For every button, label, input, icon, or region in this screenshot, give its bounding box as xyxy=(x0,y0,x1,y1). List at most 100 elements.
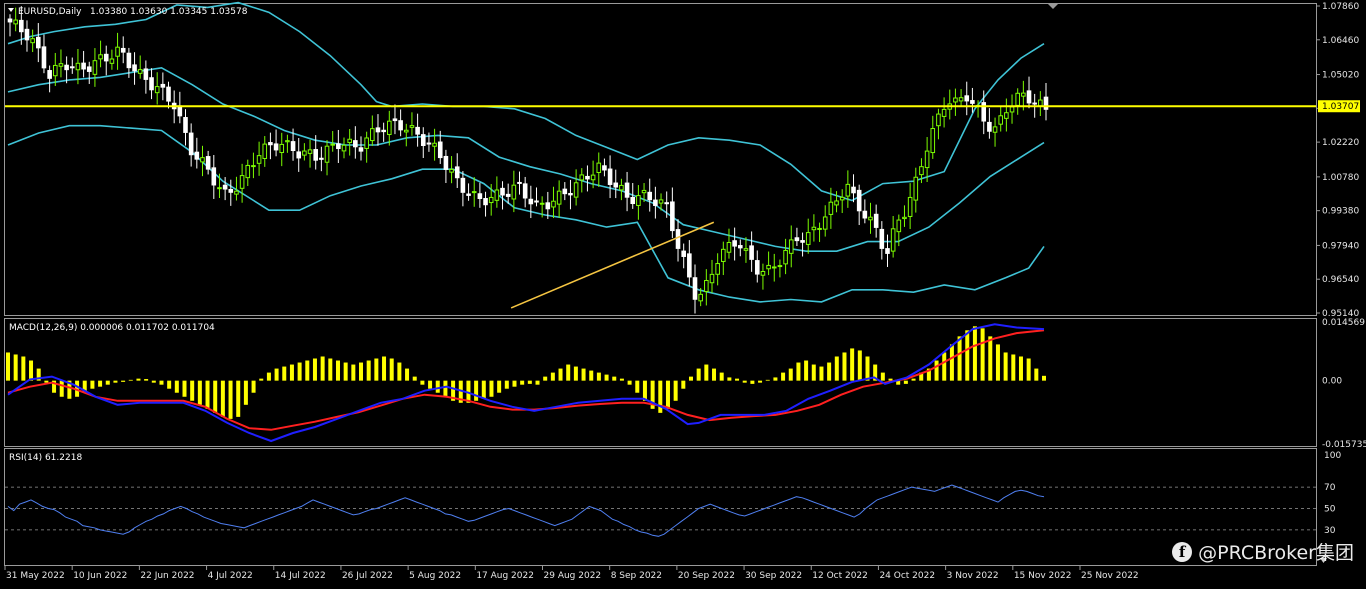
candle-body xyxy=(636,195,641,206)
candle-body xyxy=(149,77,154,91)
candle-body xyxy=(681,250,686,257)
macd-label: MACD(12,26,9) 0.000006 0.011702 0.011704 xyxy=(9,323,215,333)
candle-body xyxy=(392,118,398,122)
macd-bar xyxy=(735,378,740,381)
candle-body xyxy=(7,18,13,23)
candle-body xyxy=(856,189,862,212)
macd-bar xyxy=(811,364,816,381)
date-tick-label: 14 Jul 2022 xyxy=(275,571,326,581)
macd-bar xyxy=(1034,368,1039,381)
macd-bar xyxy=(627,380,632,385)
candle-body xyxy=(24,28,30,41)
macd-bar xyxy=(819,366,824,381)
candle-body xyxy=(624,182,630,198)
macd-bar xyxy=(742,380,747,383)
macd-bar xyxy=(942,352,947,381)
candle-body xyxy=(551,200,556,208)
candle-body xyxy=(403,129,409,133)
candle-body xyxy=(936,113,941,127)
ohlc-label: 1.03380 1.03630 1.03345 1.03578 xyxy=(90,7,248,17)
macd-bar xyxy=(190,380,195,401)
candle-body xyxy=(715,263,720,275)
macd-bar xyxy=(995,344,1000,381)
candle-body xyxy=(347,138,352,143)
candle-body xyxy=(183,117,188,133)
candle-body xyxy=(47,70,52,79)
rsi-chart xyxy=(5,484,1316,537)
macd-bar xyxy=(596,372,601,381)
macd-bar xyxy=(405,368,410,381)
candle-body xyxy=(613,182,619,188)
candle-body xyxy=(19,19,24,33)
candle-body xyxy=(437,141,443,159)
candle-body xyxy=(534,200,539,203)
macd-bar xyxy=(359,362,364,381)
candle-body xyxy=(302,150,307,156)
candle-body xyxy=(58,63,64,67)
candle-body xyxy=(805,232,811,245)
collapse-triangle-icon[interactable] xyxy=(8,8,14,12)
bollinger-upper xyxy=(7,1,1045,202)
bollinger-lower xyxy=(7,124,1045,303)
macd-bar xyxy=(796,362,801,381)
candle-body xyxy=(75,62,81,71)
candle-body xyxy=(794,237,800,242)
facebook-icon: f xyxy=(1172,541,1193,562)
date-tick-label: 17 Aug 2022 xyxy=(476,571,534,581)
candle-body xyxy=(822,216,828,230)
macd-bar xyxy=(228,380,233,419)
macd-bar xyxy=(934,360,939,381)
candle-body xyxy=(505,193,511,197)
candle-body xyxy=(251,165,256,168)
candle-body xyxy=(115,46,120,57)
price-tick-label: 1.02220 xyxy=(1322,138,1359,148)
macd-bar xyxy=(197,380,202,405)
candle-body xyxy=(845,183,851,197)
candle-body xyxy=(132,64,137,72)
candle-body xyxy=(868,216,873,221)
candle-body xyxy=(998,115,1004,125)
candle-body xyxy=(279,143,285,154)
candle-body xyxy=(1021,92,1026,97)
candle-body xyxy=(873,213,879,228)
macd-bar xyxy=(435,380,440,393)
macd-bar xyxy=(220,380,225,417)
candle-body xyxy=(330,143,335,146)
candle-body xyxy=(370,128,375,142)
macd-bar xyxy=(957,336,962,381)
macd-bar xyxy=(167,380,172,389)
chart-shift-icon[interactable] xyxy=(1048,4,1058,9)
candle-body xyxy=(958,97,964,102)
candle-body xyxy=(885,248,890,254)
candle-body xyxy=(760,271,766,276)
macd-bar xyxy=(497,380,502,393)
macd-bar xyxy=(420,380,425,385)
candle-body xyxy=(528,198,534,205)
candle-body xyxy=(409,125,415,128)
macd-bar xyxy=(619,378,624,381)
macd-bar xyxy=(834,356,839,381)
candle-body xyxy=(641,189,647,194)
macd-bar xyxy=(1018,356,1023,381)
macd-bar xyxy=(113,380,118,383)
candle-body xyxy=(941,108,947,117)
candle-body xyxy=(585,175,590,180)
candle-body xyxy=(449,168,454,173)
candle-body xyxy=(698,293,703,302)
date-tick-label: 25 Nov 2022 xyxy=(1081,571,1139,581)
macd-chart xyxy=(6,323,1046,443)
candle-body xyxy=(245,164,251,179)
candle-body xyxy=(817,227,822,230)
macd-bar xyxy=(151,380,156,383)
macd-bar xyxy=(412,376,417,381)
candle-body xyxy=(353,140,358,148)
candle-body xyxy=(364,137,369,149)
candle-body xyxy=(211,167,217,186)
macd-bar xyxy=(90,380,95,389)
macd-bar xyxy=(335,360,340,381)
macd-bar xyxy=(266,372,271,381)
macd-bar xyxy=(105,380,110,385)
chart-canvas: 1.078601.064601.050201.036201.022201.007… xyxy=(4,1,1366,581)
rsi-tick-label: 70 xyxy=(1324,483,1336,493)
macd-bar xyxy=(581,368,586,381)
